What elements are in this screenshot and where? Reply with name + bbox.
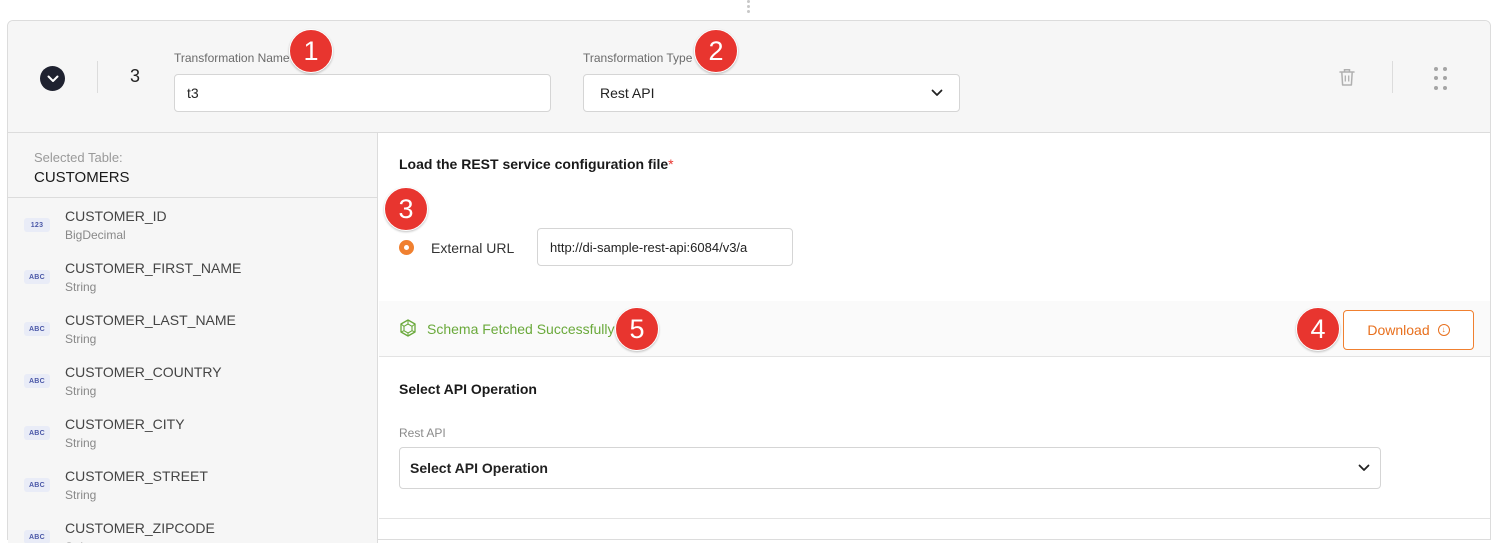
- column-name: CUSTOMER_CITY: [65, 416, 185, 432]
- chevron-down-icon: [47, 75, 58, 82]
- column-item[interactable]: ABC CUSTOMER_STREET String: [8, 459, 377, 511]
- text-type-icon: ABC: [24, 374, 50, 388]
- transformation-name-input[interactable]: t3: [174, 74, 551, 112]
- column-datatype: String: [65, 436, 97, 450]
- column-item[interactable]: ABC CUSTOMER_LAST_NAME String: [8, 303, 377, 355]
- header-divider: [97, 61, 98, 93]
- text-type-icon: ABC: [24, 426, 50, 440]
- annotation-badge-1: 1: [289, 29, 333, 73]
- column-name: CUSTOMER_COUNTRY: [65, 364, 222, 380]
- section-divider: [379, 518, 1490, 519]
- external-url-label[interactable]: External URL: [431, 240, 514, 256]
- column-item[interactable]: 123 CUSTOMER_ID BigDecimal: [8, 199, 377, 251]
- annotation-badge-2: 2: [694, 29, 738, 73]
- api-operation-value: Select API Operation: [410, 460, 548, 476]
- transformation-name-label: Transformation Name: [174, 51, 290, 65]
- card-drag-handle-top[interactable]: [746, 0, 752, 16]
- external-url-value: http://di-sample-rest-api:6084/v3/a: [550, 239, 748, 255]
- column-item[interactable]: ABC CUSTOMER_FIRST_NAME String: [8, 251, 377, 303]
- column-name: CUSTOMER_ZIPCODE: [65, 520, 215, 536]
- column-datatype: String: [65, 332, 97, 346]
- schema-status-text: Schema Fetched Successfully: [427, 321, 615, 337]
- annotation-badge-4: 4: [1296, 307, 1340, 351]
- annotation-badge-3: 3: [384, 187, 428, 231]
- load-config-title: Load the REST service configuration file…: [399, 156, 674, 172]
- column-datatype: BigDecimal: [65, 228, 126, 242]
- sidebar-divider: [8, 197, 377, 198]
- column-name: CUSTOMER_LAST_NAME: [65, 312, 236, 328]
- column-item[interactable]: ABC CUSTOMER_ZIPCODE String: [8, 511, 377, 543]
- schema-hexagon-icon: [400, 319, 416, 337]
- load-config-title-text: Load the REST service configuration file: [399, 156, 669, 172]
- download-button[interactable]: Download ↓: [1343, 310, 1474, 350]
- numeric-type-icon: 123: [24, 218, 50, 232]
- transformation-type-select[interactable]: Rest API: [583, 74, 960, 112]
- column-datatype: String: [65, 384, 97, 398]
- transformation-card: 3 Transformation Name t3 Transformation …: [7, 20, 1491, 543]
- download-icon: ↓: [1437, 324, 1450, 336]
- collapse-toggle-button[interactable]: [40, 66, 65, 91]
- header-divider-right: [1392, 61, 1393, 93]
- column-name: CUSTOMER_FIRST_NAME: [65, 260, 242, 276]
- rest-api-label: Rest API: [399, 426, 446, 440]
- transformation-type-value: Rest API: [600, 85, 655, 101]
- annotation-badge-5: 5: [615, 307, 659, 351]
- column-datatype: String: [65, 280, 97, 294]
- download-button-label: Download: [1367, 322, 1430, 338]
- selected-table-name: CUSTOMERS: [34, 169, 130, 186]
- drag-grip-icon[interactable]: [1434, 67, 1448, 91]
- external-url-radio[interactable]: [399, 240, 414, 255]
- transformation-name-value: t3: [187, 85, 199, 101]
- external-url-input[interactable]: http://di-sample-rest-api:6084/v3/a: [537, 228, 793, 266]
- column-sidebar: Selected Table: CUSTOMERS 123 CUSTOMER_I…: [8, 133, 378, 543]
- column-item[interactable]: ABC CUSTOMER_CITY String: [8, 407, 377, 459]
- api-operation-title: Select API Operation: [399, 381, 537, 397]
- chevron-down-icon: [1358, 464, 1370, 471]
- trash-icon[interactable]: [1338, 67, 1356, 87]
- api-operation-select[interactable]: Select API Operation: [399, 447, 1381, 489]
- column-name: CUSTOMER_ID: [65, 208, 167, 224]
- step-number: 3: [130, 66, 141, 86]
- chevron-down-icon: [931, 89, 943, 96]
- text-type-icon: ABC: [24, 530, 50, 543]
- required-marker: *: [668, 156, 674, 172]
- selected-table-label: Selected Table:: [34, 150, 123, 165]
- text-type-icon: ABC: [24, 322, 50, 336]
- transformation-type-label: Transformation Type: [583, 51, 693, 65]
- text-type-icon: ABC: [24, 478, 50, 492]
- column-item[interactable]: ABC CUSTOMER_COUNTRY String: [8, 355, 377, 407]
- column-name: CUSTOMER_STREET: [65, 468, 208, 484]
- column-datatype: String: [65, 488, 97, 502]
- transformation-header: 3 Transformation Name t3 Transformation …: [8, 21, 1490, 133]
- text-type-icon: ABC: [24, 270, 50, 284]
